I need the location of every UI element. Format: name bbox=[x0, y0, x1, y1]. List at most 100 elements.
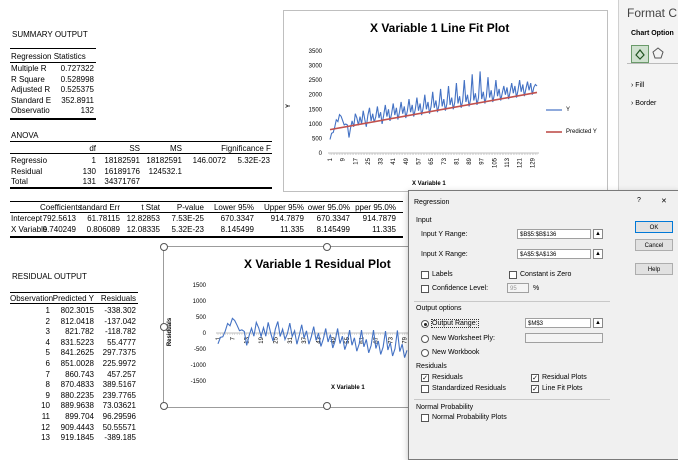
x-tick-label: 81 bbox=[454, 157, 460, 164]
labels-checkbox[interactable] bbox=[421, 271, 429, 279]
standardized-residuals-label: Standardized Residuals bbox=[432, 385, 506, 392]
y-tick-label: 2500 bbox=[309, 78, 323, 84]
summary-title: SUMMARY OUTPUT bbox=[12, 30, 88, 39]
residual-cell: 870.4833 bbox=[60, 380, 94, 390]
anova-cell: 146.0072 bbox=[192, 156, 226, 165]
y-tick-label: 1500 bbox=[309, 107, 323, 113]
help-button[interactable]: Help bbox=[635, 263, 673, 275]
new-worksheet-label: New Worksheet Ply: bbox=[432, 335, 495, 342]
anova-row-label: Total bbox=[11, 177, 28, 186]
anova-cell: 18182591 bbox=[104, 156, 140, 165]
close-icon[interactable]: ✕ bbox=[661, 197, 667, 205]
new-workbook-radio[interactable] bbox=[421, 349, 429, 357]
residual-cell: 8 bbox=[45, 380, 50, 390]
new-workbook-label: New Workbook bbox=[432, 349, 480, 356]
residual-cell: 239.7765 bbox=[102, 390, 136, 400]
output-range-label: Output Range: bbox=[431, 319, 479, 328]
ok-button[interactable]: OK bbox=[635, 221, 673, 233]
constant-zero-checkbox[interactable] bbox=[509, 271, 517, 279]
stat-label: Multiple R bbox=[11, 64, 47, 73]
confidence-checkbox[interactable] bbox=[421, 285, 429, 293]
residual-chart[interactable]: X Variable 1 Residual Plot 1500 1000 500 0-… bbox=[163, 246, 410, 408]
x-tick-label: 65 bbox=[429, 157, 435, 164]
x-tick-label: 97 bbox=[480, 157, 486, 164]
y-tick-label: -1000 bbox=[191, 363, 207, 369]
coef-cell: 8.145499 bbox=[316, 224, 350, 234]
fill-line-tab[interactable] bbox=[631, 45, 649, 63]
y-tick-label: 500 bbox=[312, 136, 323, 142]
residual-plots-label: Residual Plots bbox=[542, 374, 587, 381]
new-worksheet-radio[interactable] bbox=[421, 335, 429, 343]
resize-handle-ml[interactable] bbox=[160, 323, 168, 331]
output-range-radio[interactable] bbox=[421, 320, 429, 328]
residual-cell: 50.55571 bbox=[102, 422, 136, 432]
coef-column-header: ower 95.0% bbox=[307, 203, 350, 212]
line-fit-y-axis-label: Y bbox=[286, 103, 293, 109]
new-worksheet-field[interactable] bbox=[525, 333, 603, 343]
line-fit-plots-checkbox[interactable]: ✓ bbox=[531, 385, 539, 393]
stat-value: 0.525375 bbox=[60, 85, 94, 95]
input-x-range-field[interactable]: $A$5:$A$136 bbox=[517, 249, 591, 259]
fill-section[interactable]: › Fill bbox=[631, 82, 644, 89]
coef-cell: 5.32E-23 bbox=[171, 224, 204, 234]
confidence-level-field[interactable]: 95 bbox=[507, 283, 529, 293]
coef-cell: 12.08335 bbox=[126, 224, 160, 234]
x-tick-label: 19 bbox=[259, 336, 265, 343]
collapse-dialog-icon[interactable]: ▲ bbox=[593, 318, 603, 328]
input-y-range-field[interactable]: $B$5:$B$136 bbox=[517, 229, 591, 239]
residual-plots-checkbox[interactable]: ✓ bbox=[531, 374, 539, 382]
collapse-dialog-icon[interactable]: ▲ bbox=[593, 249, 603, 259]
residual-cell: 812.0418 bbox=[60, 316, 94, 326]
y-tick-label: 2000 bbox=[309, 93, 323, 99]
resize-handle-bl[interactable] bbox=[160, 402, 168, 410]
collapse-dialog-icon[interactable]: ▲ bbox=[593, 229, 603, 239]
chart-options-dropdown[interactable]: Chart Option bbox=[631, 30, 674, 37]
y-tick-label: -500 bbox=[194, 347, 207, 353]
constant-zero-label: Constant is Zero bbox=[520, 271, 572, 278]
anova-cell: 18182591 bbox=[146, 156, 182, 165]
residual-cell: 1 bbox=[45, 306, 50, 315]
residual-cell: 6 bbox=[45, 359, 50, 368]
standardized-residuals-checkbox[interactable] bbox=[421, 385, 429, 393]
x-tick-label: 17 bbox=[353, 157, 359, 164]
coef-column-header: tandard Err bbox=[79, 203, 120, 212]
y-tick-label: 0 bbox=[319, 151, 323, 157]
x-tick-label: 33 bbox=[379, 157, 385, 164]
resize-handle-tl[interactable] bbox=[160, 243, 168, 251]
stat-value: 0.727322 bbox=[60, 64, 94, 73]
coef-column-header: P-value bbox=[176, 203, 204, 212]
coef-cell: 11.335 bbox=[280, 224, 304, 234]
coef-column-header: Coefficients bbox=[40, 203, 82, 212]
resize-handle-bm[interactable] bbox=[323, 402, 331, 410]
x-tick-label: 73 bbox=[388, 336, 394, 343]
anova-row-label: Regressio bbox=[11, 156, 48, 165]
residuals-checkbox[interactable]: ✓ bbox=[421, 374, 429, 382]
x-tick-label: 31 bbox=[288, 336, 294, 343]
y-tick-label: 500 bbox=[196, 315, 207, 321]
anova-column-header: ignificance F bbox=[226, 144, 271, 153]
coef-cell: 12.82853 bbox=[126, 214, 160, 223]
line-fit-chart[interactable]: X Variable 1 Line Fit Plot 3500 3000 2500 2… bbox=[283, 10, 608, 192]
legend-entry-predicted-y: Predicted Y bbox=[566, 129, 597, 135]
effects-tab[interactable] bbox=[651, 46, 665, 62]
y-tick-label: 3000 bbox=[309, 64, 323, 70]
cancel-button[interactable]: Cancel bbox=[635, 239, 673, 251]
residual-cell: 860.743 bbox=[65, 369, 94, 379]
normal-probability-checkbox[interactable] bbox=[421, 414, 429, 422]
y-tick-label: 1000 bbox=[193, 299, 207, 305]
border-section[interactable]: › Border bbox=[631, 100, 656, 107]
residual-cell: 880.2235 bbox=[60, 390, 94, 400]
residual-cell: 55.4777 bbox=[107, 337, 136, 347]
residual-cell: 831.5223 bbox=[60, 337, 94, 347]
help-icon[interactable]: ? bbox=[637, 197, 641, 204]
anova-column-header: F bbox=[221, 144, 226, 153]
input-x-range-label: Input X Range: bbox=[421, 251, 468, 258]
resize-handle-tm[interactable] bbox=[323, 243, 331, 251]
y-tick-label: 1000 bbox=[309, 122, 323, 128]
line-fit-plot-area: 3500 3000 2500 2000 1500 1000 500 0 1 9 17 25 33 41 49… bbox=[309, 49, 562, 168]
stat-label: Adjusted R bbox=[11, 85, 51, 95]
stat-value: 132 bbox=[80, 106, 94, 116]
residual-cell: 5 bbox=[45, 348, 50, 358]
output-range-field[interactable]: $M$3 bbox=[525, 318, 591, 328]
y-tick-label: 3500 bbox=[309, 49, 323, 55]
